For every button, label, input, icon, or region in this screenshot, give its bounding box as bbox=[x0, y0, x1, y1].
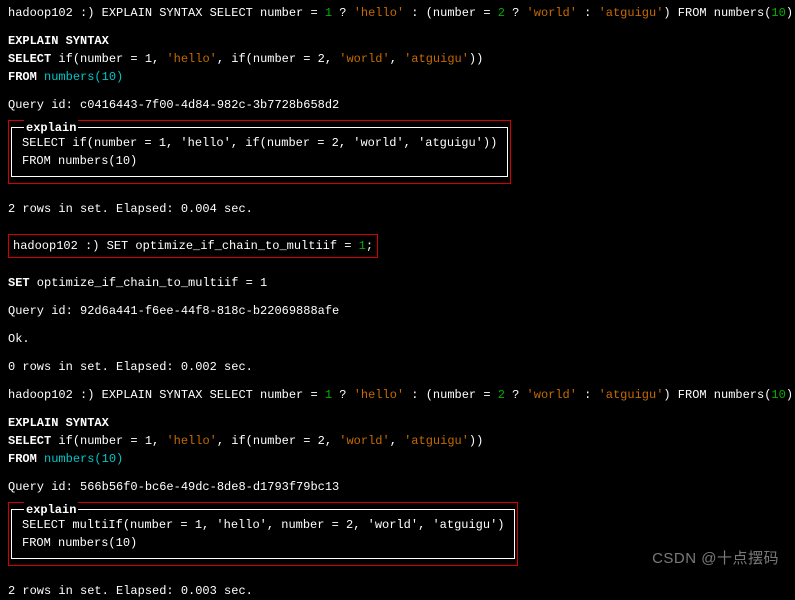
rows-summary-3: 2 rows in set. Elapsed: 0.003 sec. bbox=[8, 582, 787, 600]
result-box-2: explain SELECT multiIf(number = 1, 'hell… bbox=[8, 502, 518, 566]
explain-box-1: explain SELECT if(number = 1, 'hello', i… bbox=[11, 127, 508, 177]
echo-select-2: SELECT if(number = 1, 'hello', if(number… bbox=[8, 432, 787, 450]
rows-summary-1: 2 rows in set. Elapsed: 0.004 sec. bbox=[8, 200, 787, 218]
echo-select-1: SELECT if(number = 1, 'hello', if(number… bbox=[8, 50, 787, 68]
explain-line: FROM numbers(10) bbox=[22, 534, 504, 552]
echo-from-1: FROM numbers(10) bbox=[8, 68, 787, 86]
ok-line: Ok. bbox=[8, 330, 787, 348]
set-command-box: hadoop102 :) SET optimize_if_chain_to_mu… bbox=[8, 234, 378, 258]
explain-legend: explain bbox=[24, 119, 78, 137]
explain-box-2: explain SELECT multiIf(number = 1, 'hell… bbox=[11, 509, 515, 559]
explain-line: SELECT if(number = 1, 'hello', if(number… bbox=[22, 134, 497, 152]
echo-explain-1: EXPLAIN SYNTAX bbox=[8, 32, 787, 50]
watermark: CSDN @十点摆码 bbox=[652, 548, 779, 571]
echo-from-2: FROM numbers(10) bbox=[8, 450, 787, 468]
echo-set: SET optimize_if_chain_to_multiif = 1 bbox=[8, 274, 787, 292]
prompt-line-3: hadoop102 :) EXPLAIN SYNTAX SELECT numbe… bbox=[8, 386, 787, 404]
rows-summary-2: 0 rows in set. Elapsed: 0.002 sec. bbox=[8, 358, 787, 376]
echo-explain-2: EXPLAIN SYNTAX bbox=[8, 414, 787, 432]
query-id-1: Query id: c0416443-7f00-4d84-982c-3b7728… bbox=[8, 96, 787, 114]
explain-line: SELECT multiIf(number = 1, 'hello', numb… bbox=[22, 516, 504, 534]
result-box-1: explain SELECT if(number = 1, 'hello', i… bbox=[8, 120, 511, 184]
query-id-2: Query id: 92d6a441-f6ee-44f8-818c-b22069… bbox=[8, 302, 787, 320]
explain-line: FROM numbers(10) bbox=[22, 152, 497, 170]
prompt-line-2: hadoop102 :) SET optimize_if_chain_to_mu… bbox=[13, 237, 373, 255]
explain-legend: explain bbox=[24, 501, 78, 519]
prompt-line-1: hadoop102 :) EXPLAIN SYNTAX SELECT numbe… bbox=[8, 4, 787, 22]
query-id-3: Query id: 566b56f0-bc6e-49dc-8de8-d1793f… bbox=[8, 478, 787, 496]
